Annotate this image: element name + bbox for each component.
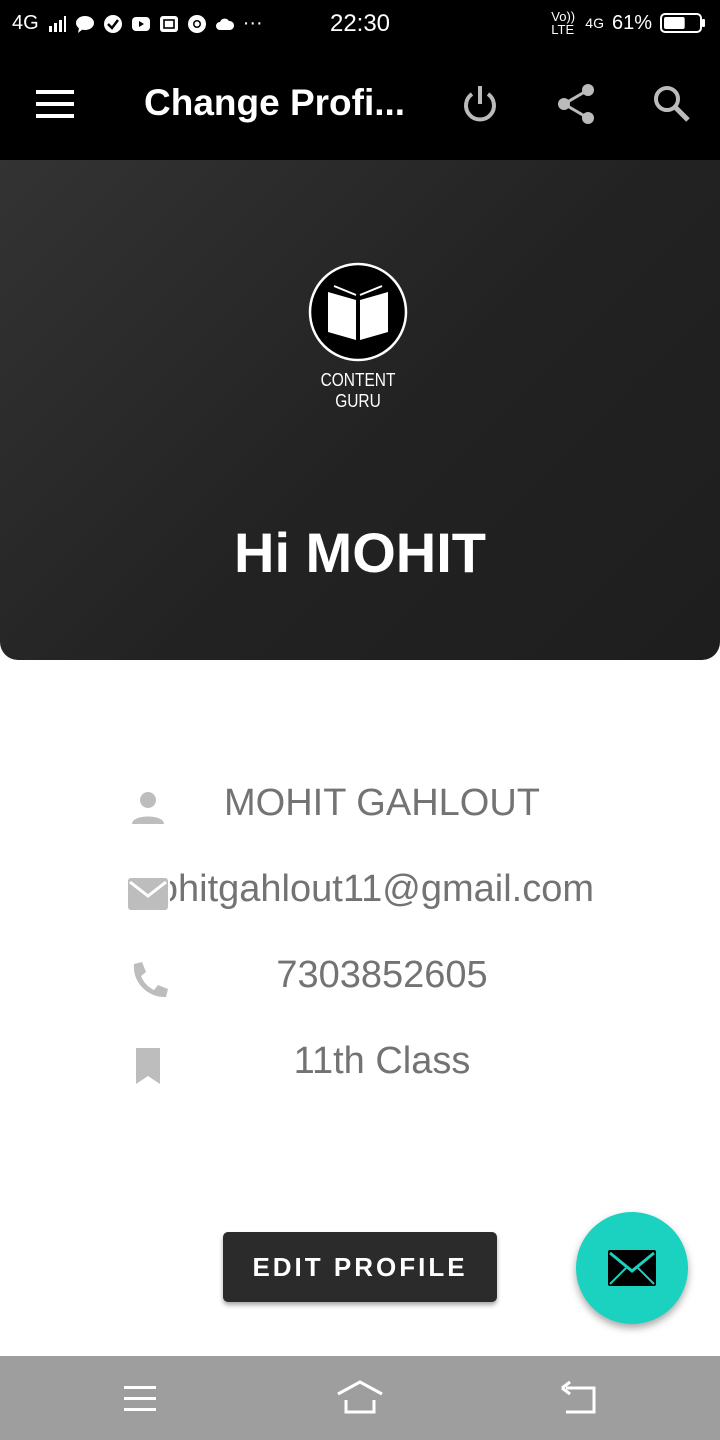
mail-fab-button[interactable]	[576, 1212, 688, 1324]
class-value: 11th Class	[293, 1040, 471, 1082]
search-icon[interactable]	[650, 82, 694, 126]
name-row: MOHIT GAHLOUT	[0, 772, 720, 844]
back-icon[interactable]	[556, 1378, 604, 1420]
class-row: 11th Class	[0, 1030, 720, 1102]
home-icon[interactable]	[336, 1378, 384, 1420]
envelope-icon	[608, 1250, 656, 1286]
greeting-text: Hi MOHIT	[234, 521, 486, 584]
menu-icon[interactable]	[30, 82, 82, 126]
status-right: Vo)) LTE 4G 61%	[551, 10, 706, 36]
app-toolbar: Change Profi...	[0, 52, 720, 160]
page-title: Change Profi...	[144, 82, 406, 123]
logo-text: CONTENT GURU	[320, 370, 396, 411]
power-icon[interactable]	[458, 82, 502, 126]
phone-value: 7303852605	[276, 954, 488, 996]
bookmark-icon	[136, 1048, 160, 1084]
email-icon	[128, 878, 168, 910]
edit-profile-button[interactable]: EDIT PROFILE	[223, 1232, 497, 1302]
battery-percent: 61%	[611, 11, 652, 34]
email-row: mohitgahlout11@gmail.com	[0, 858, 720, 930]
system-nav-bar	[0, 1356, 720, 1440]
name-value: MOHIT GAHLOUT	[224, 782, 540, 824]
share-icon[interactable]	[554, 82, 598, 126]
recent-apps-icon[interactable]	[116, 1378, 164, 1420]
status-bar: 4G ··· 22:30 Vo)) LTE 4G 61%	[0, 0, 720, 52]
phone-row: 7303852605	[0, 944, 720, 1016]
person-icon	[132, 792, 164, 824]
phone-icon	[133, 962, 168, 998]
email-value: mohitgahlout11@gmail.com	[170, 868, 594, 910]
volte-label: Vo)) LTE	[551, 9, 576, 37]
battery-icon	[660, 13, 705, 33]
content-guru-logo	[308, 262, 408, 362]
data-type-label: 4G	[585, 15, 604, 31]
